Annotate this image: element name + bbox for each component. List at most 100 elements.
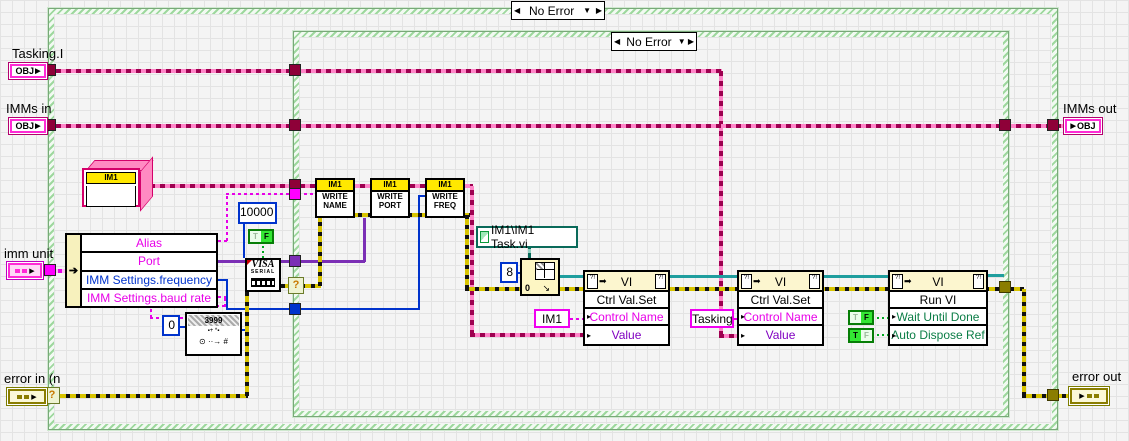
next-case-arrow[interactable]: ▶ xyxy=(596,6,602,15)
options-zero: 0 xyxy=(525,283,531,293)
tasking-string-constant[interactable]: Tasking xyxy=(690,309,734,328)
imm-unit-label: imm unit xyxy=(4,246,54,261)
unbundle-field-alias[interactable]: Alias xyxy=(80,233,218,254)
s2n-banner: 3999 xyxy=(188,315,239,326)
wire-vi-reference xyxy=(988,274,1004,277)
outer-case-selector[interactable]: ◀ No Error ▼ ▶ xyxy=(511,1,605,20)
s2n-glyph-row: ▪+ *▪ xyxy=(207,328,220,334)
inner-case-selector[interactable]: ◀ No Error ▼ ▶ xyxy=(611,32,697,51)
error-out-terminal[interactable]: ▶ xyxy=(1068,386,1110,406)
wire-error xyxy=(465,213,469,289)
invoke-node-ctrl-val-set-2[interactable]: ?! ➡ VI ?! Ctrl Val.Set ▸ Control Name ▸ V… xyxy=(737,270,824,346)
labview-block-diagram: ? ? ◀ No Error ▼ ▶ ◀ No Error ▼ ▶ Taskin… xyxy=(0,0,1129,441)
obj-arrow-icon: ▶ xyxy=(35,123,41,130)
prev-case-arrow[interactable]: ◀ xyxy=(614,37,620,46)
im1-string-constant[interactable]: IM1 xyxy=(534,309,570,328)
wire-auto-dispose xyxy=(872,334,888,336)
invoke-header: ?! ➡ VI ?! xyxy=(737,270,824,292)
zero-constant[interactable]: 0 xyxy=(162,315,180,336)
visa-dip-switch-icon xyxy=(251,278,275,287)
tunnel-imms-inner-right xyxy=(999,119,1011,131)
wire-tasking-class xyxy=(719,71,723,336)
bool-true-cell: T xyxy=(250,231,261,242)
visa-configure-serial-port-node[interactable]: VISA SERIAL xyxy=(245,258,281,292)
tunnel-visa xyxy=(289,255,301,267)
tunnel-imms-inner-left xyxy=(289,119,301,131)
wire-wait-until-done xyxy=(872,317,888,319)
bool-false-cell: F xyxy=(261,231,272,242)
invoke-param-auto-dispose-ref[interactable]: ▸ Auto Dispose Ref xyxy=(888,324,988,346)
wire-im1-class xyxy=(470,186,474,335)
inner-case-structure[interactable] xyxy=(293,31,1009,417)
case-dropdown-icon[interactable]: ▼ xyxy=(678,37,686,46)
wire-tasking-class xyxy=(719,334,737,338)
prev-case-arrow[interactable]: ◀ xyxy=(514,6,520,15)
refnum-badge-icon: ?! xyxy=(809,274,820,289)
error-out-label: error out xyxy=(1072,369,1122,384)
false-constant-visa[interactable]: T F xyxy=(248,229,274,244)
vi-banner: IM1 xyxy=(427,180,463,192)
case-dropdown-icon[interactable]: ▼ xyxy=(583,6,591,15)
inner-case-content xyxy=(299,37,1003,411)
obj-text: OBJ xyxy=(15,121,35,131)
obj-arrow-icon: ▶ xyxy=(35,68,41,75)
invoke-param-value[interactable]: ▸ Value xyxy=(583,324,670,346)
unbundle-field-frequency[interactable]: IMM Settings.frequency xyxy=(80,269,218,290)
wire-im1-class xyxy=(140,184,473,188)
wire-visa-false xyxy=(262,244,264,258)
outer-case-name: No Error xyxy=(528,3,575,18)
open-vi-reference-node[interactable]: 0 ↘ xyxy=(520,258,560,296)
tunnel-imm-unit xyxy=(44,264,56,276)
error-in-label: error in (n xyxy=(4,371,61,386)
invoke-param-value[interactable]: ▸ Value xyxy=(737,324,824,346)
wire-visa-resource xyxy=(218,260,245,263)
imms-in-label: IMMs in xyxy=(6,101,52,116)
next-case-arrow[interactable]: ▶ xyxy=(688,37,694,46)
bool-false-cell: F xyxy=(861,312,872,323)
wire-error xyxy=(318,214,322,286)
wire-error xyxy=(1022,289,1026,396)
wire-baud-constant xyxy=(243,224,245,258)
refnum-badge-icon: ?! xyxy=(973,274,984,289)
imms-out-terminal[interactable]: ▶ OBJ xyxy=(1063,117,1103,135)
im1-write-name-vi[interactable]: IM1 WRITE NAME xyxy=(315,178,355,218)
unbundle-field-port[interactable]: Port xyxy=(80,251,218,272)
true-constant-dispose[interactable]: T F xyxy=(848,328,874,343)
imm-unit-terminal[interactable]: ▶ xyxy=(6,261,44,280)
unbundle-field-baud-rate[interactable]: IMM Settings.baud rate xyxy=(80,287,218,308)
unbundle-by-name-node[interactable]: ➔ Alias Port IMM Settings.frequency IMM … xyxy=(65,233,218,308)
invoke-header: ?! ➡ VI ?! xyxy=(888,270,988,292)
decimal-string-to-number-node[interactable]: 3999 ▪+ *▪ ⊙ ··→ # xyxy=(185,312,242,356)
invoke-node-ctrl-val-set-1[interactable]: ?! ➡ VI ?! Ctrl Val.Set ▸ Control Name ▸ V… xyxy=(583,270,670,346)
baud-rate-constant[interactable]: 10000 xyxy=(238,202,277,224)
wire-frequency xyxy=(226,279,228,310)
im1-write-port-vi[interactable]: IM1 WRITE PORT xyxy=(370,178,410,218)
invoke-node-run-vi[interactable]: ?! ➡ VI ?! Run VI ▸ Wait Until Done ▸ Auto… xyxy=(888,270,988,346)
tunnel-error-outer-right xyxy=(1047,389,1059,401)
vi-path-text: IM1\IM1 Task.vi xyxy=(490,223,535,251)
case-selector-terminal-inner: ? xyxy=(288,277,304,294)
wire-im1-class xyxy=(470,333,583,337)
imms-in-terminal[interactable]: OBJ ▶ xyxy=(8,117,48,135)
wire-alias-string xyxy=(226,193,315,195)
wire-visa-resource xyxy=(363,218,366,262)
tasking-terminal[interactable]: OBJ ▶ xyxy=(8,62,48,80)
inner-case-name: No Error xyxy=(626,34,672,49)
cube-body xyxy=(86,186,136,207)
vi-banner: IM1 xyxy=(372,180,408,192)
tunnel-tasking-inner xyxy=(289,64,301,76)
wire-tasking-class xyxy=(46,69,722,73)
bool-false-cell: F xyxy=(861,330,872,341)
false-constant-wait[interactable]: T F xyxy=(848,310,874,325)
obj-arrow-icon: ▶ xyxy=(1070,123,1076,130)
terminal-arrow-icon: ▶ xyxy=(29,267,35,275)
bool-true-cell: T xyxy=(850,312,861,323)
eight-constant[interactable]: 8 xyxy=(500,262,518,283)
s2n-convert-row: ⊙ ··→ # xyxy=(199,337,228,346)
error-in-terminal[interactable]: ▶ xyxy=(6,387,48,406)
vi-path-constant[interactable]: IM1\IM1 Task.vi xyxy=(476,223,578,251)
im1-write-freq-vi[interactable]: IM1 WRITE FREQ xyxy=(425,178,465,218)
obj-text: OBJ xyxy=(1076,121,1096,131)
vi-banner: IM1 xyxy=(317,180,353,192)
wire-error xyxy=(245,292,249,396)
